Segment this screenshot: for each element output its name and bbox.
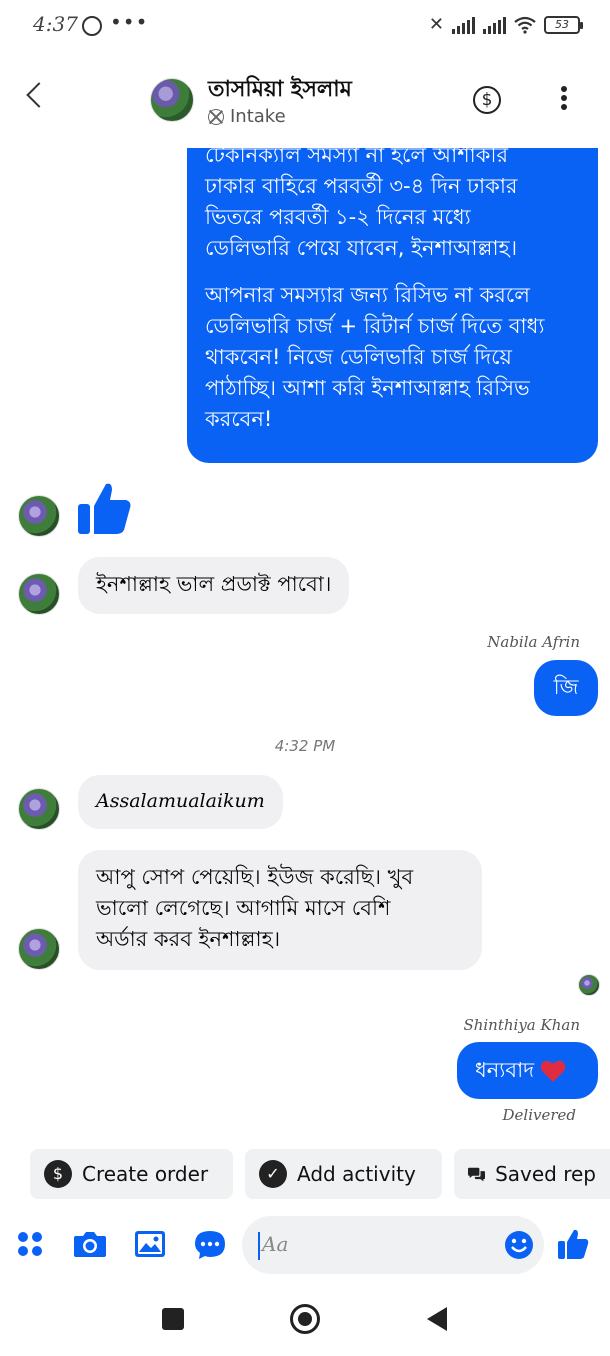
like-button-icon[interactable]	[557, 1228, 589, 1260]
message-line: অর্ডার করব ইনশাল্লাহ।	[96, 927, 281, 951]
home-button[interactable]	[290, 1304, 320, 1334]
message-line: করবেন!	[205, 407, 273, 431]
message-composer: Aa	[0, 1214, 610, 1278]
message-line: আপনার সমস্যার জন্য রিসিভ না করলে	[205, 283, 530, 307]
message-text: জি	[553, 675, 579, 699]
sender-avatar[interactable]	[18, 495, 60, 537]
sender-name: Shinthiya Khan	[463, 1016, 580, 1034]
sender-avatar[interactable]	[18, 788, 60, 830]
message-line	[205, 264, 580, 280]
time-separator: 4:32 PM	[274, 737, 336, 755]
input-placeholder: Aa	[262, 1232, 289, 1256]
signal-icon-2	[483, 16, 506, 34]
contact-label[interactable]: Intake	[208, 106, 286, 127]
more-notifications-icon: •••	[110, 10, 149, 34]
text-caret	[258, 1232, 260, 1260]
outgoing-message[interactable]: ধন্যবাদ	[457, 1042, 598, 1099]
outgoing-message[interactable]: জি	[534, 660, 598, 716]
message-line: পাঠাচ্ছি। আশা করি ইনশাআল্লাহ রিসিভ	[205, 376, 530, 400]
sender-avatar[interactable]	[18, 928, 60, 970]
like-thumb-icon[interactable]	[76, 480, 132, 536]
whatsapp-icon	[82, 16, 102, 36]
more-options-icon[interactable]	[560, 86, 568, 114]
message-line: থাকবেন! নিজে ডেলিভারি চার্জ দিয়ে	[205, 345, 512, 369]
chat-header: তাসমিয়া ইসলাম Intake $	[0, 56, 610, 148]
payment-button[interactable]: $	[473, 86, 501, 114]
dollar-icon: $	[44, 1160, 72, 1188]
heart-icon	[540, 1060, 566, 1082]
battery-icon: 53	[544, 15, 583, 34]
messenger-icon[interactable]	[194, 1230, 226, 1260]
signal-icon	[452, 16, 475, 34]
sender-name: Nabila Afrin	[487, 633, 580, 651]
saved-replies-icon	[468, 1167, 486, 1182]
emoji-icon[interactable]	[504, 1230, 534, 1260]
status-bar: 4:37 ••• ✕ 53	[0, 0, 610, 56]
message-text: ধন্যবাদ	[475, 1058, 535, 1082]
message-line: আপু সোপ পেয়েছি। ইউজ করেছি। খুব	[96, 865, 414, 889]
message-text: ইনশাল্লাহ ভাল প্রডাক্ট পাবো।	[96, 572, 332, 596]
gallery-icon[interactable]	[134, 1230, 166, 1258]
message-line: ভিতরে পরবর্তী ১-২ দিনের মধ্যে	[205, 205, 471, 229]
delivery-status: Delivered	[502, 1106, 577, 1124]
message-line: ঢাকার বাহিরে পরবর্তী ৩-৪ দিন ঢাকার	[205, 174, 518, 198]
message-text: Assalamualaikum	[96, 790, 265, 812]
check-circle-icon: ✓	[259, 1160, 287, 1188]
seen-avatar	[578, 974, 600, 996]
camera-icon[interactable]	[73, 1230, 107, 1258]
message-line: ডেলিভারি চার্জ + রিটার্ন চার্জ দিতে বাধ্…	[205, 314, 545, 338]
add-activity-button[interactable]: ✓ Add activity	[245, 1149, 442, 1199]
recents-button[interactable]	[162, 1308, 184, 1330]
message-line: ডেলিভারি পেয়ে যাবেন, ইনশাআল্লাহ।	[205, 236, 518, 260]
apps-grid-icon[interactable]	[16, 1230, 44, 1258]
home-dot-icon	[298, 1312, 312, 1326]
saved-replies-button[interactable]: Saved rep	[454, 1149, 610, 1199]
message-input[interactable]: Aa	[242, 1216, 544, 1274]
intake-label: Intake	[230, 106, 286, 127]
contact-name[interactable]: তাসমিয়া ইসলাম	[208, 72, 352, 109]
mute-icon: ✕	[428, 14, 444, 35]
back-arrow-icon[interactable]	[26, 82, 52, 108]
incoming-message[interactable]: আপু সোপ পেয়েছি। ইউজ করেছি। খুব ভালো লেগ…	[78, 850, 482, 970]
incoming-message[interactable]: Assalamualaikum	[78, 775, 283, 829]
intake-icon	[208, 108, 224, 125]
clock: 4:37	[33, 12, 78, 36]
incoming-message[interactable]: ইনশাল্লাহ ভাল প্রডাক্ট পাবো।	[78, 557, 350, 614]
wifi-icon	[514, 16, 536, 34]
contact-avatar[interactable]	[150, 78, 194, 122]
saved-replies-label: Saved rep	[495, 1162, 596, 1186]
add-activity-label: Add activity	[297, 1162, 416, 1186]
sender-avatar[interactable]	[18, 573, 60, 615]
create-order-button[interactable]: $ Create order	[30, 1149, 233, 1199]
system-nav-bar	[0, 1290, 610, 1356]
outgoing-message[interactable]: টেকনিক্যাল সমস্যা না হলে আশাকরি ঢাকার বা…	[187, 130, 598, 463]
create-order-label: Create order	[82, 1162, 209, 1186]
message-line: ভালো লেগেছে। আগামি মাসে বেশি	[96, 896, 391, 920]
back-button[interactable]	[426, 1306, 448, 1332]
